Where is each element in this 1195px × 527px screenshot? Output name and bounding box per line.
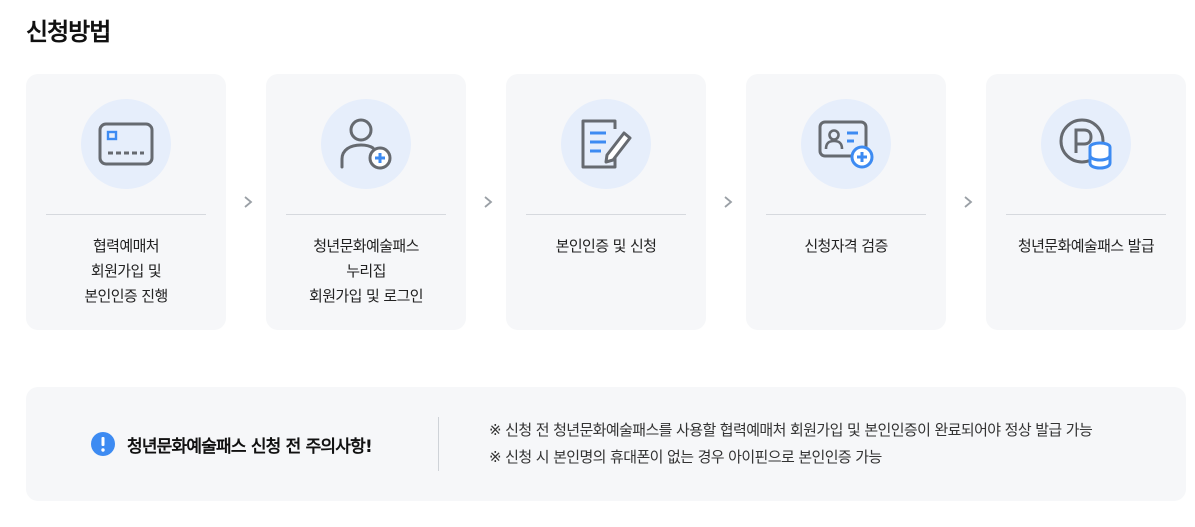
step-card-3: 본인인증 및 신청 — [506, 74, 706, 330]
step-card-5: 청년문화예술패스 발급 — [986, 74, 1186, 330]
notice-heading: 청년문화예술패스 신청 전 주의사항! — [91, 387, 373, 501]
step-card-2: 청년문화예술패스 누리집 회원가입 및 로그인 — [266, 74, 466, 330]
exclamation-icon — [91, 432, 115, 456]
application-steps: 협력예매처 회원가입 및 본인인증 진행 청년문화예술패스 누리집 회원가입 및… — [26, 74, 1186, 330]
chevron-right-icon — [958, 192, 978, 212]
chevron-right-icon — [238, 192, 258, 212]
step-divider — [286, 214, 446, 215]
step-label: 본인인증 및 신청 — [555, 237, 657, 255]
step-icon-circle — [81, 99, 171, 189]
notice-list: ※ 신청 전 청년문화예술패스를 사용할 협력예매처 회원가입 및 본인인증이 … — [489, 417, 1093, 471]
step-card-4: 신청자격 검증 — [746, 74, 946, 330]
document-edit-icon — [581, 119, 632, 169]
step-label: 협력예매처 회원가입 및 본인인증 진행 — [84, 237, 168, 305]
section-title: 신청방법 — [26, 18, 111, 46]
notice-divider — [438, 417, 439, 471]
step-divider — [766, 214, 926, 215]
step-icon-circle — [1041, 99, 1131, 189]
id-card-add-icon — [818, 120, 874, 169]
step-divider — [526, 214, 686, 215]
notice-box: 청년문화예술패스 신청 전 주의사항! ※ 신청 전 청년문화예술패스를 사용할… — [26, 387, 1186, 501]
notice-item: ※ 신청 전 청년문화예술패스를 사용할 협력예매처 회원가입 및 본인인증이 … — [489, 421, 1093, 439]
chevron-right-icon — [718, 192, 738, 212]
chevron-right-icon — [478, 192, 498, 212]
step-icon-circle — [561, 99, 651, 189]
notice-item: ※ 신청 시 본인명의 휴대폰이 없는 경우 아이핀으로 본인인증 가능 — [489, 448, 882, 466]
step-label: 청년문화예술패스 누리집 회원가입 및 로그인 — [309, 237, 424, 305]
step-card-1: 협력예매처 회원가입 및 본인인증 진행 — [26, 74, 226, 330]
notice-title: 청년문화예술패스 신청 전 주의사항! — [127, 436, 373, 457]
step-label: 청년문화예술패스 발급 — [1017, 237, 1155, 255]
credit-card-icon — [98, 122, 154, 166]
step-divider — [46, 214, 206, 215]
step-divider — [1006, 214, 1166, 215]
step-label: 신청자격 검증 — [804, 237, 888, 255]
user-add-icon — [340, 118, 392, 170]
step-icon-circle — [801, 99, 891, 189]
points-coin-icon — [1059, 118, 1112, 170]
step-icon-circle — [321, 99, 411, 189]
